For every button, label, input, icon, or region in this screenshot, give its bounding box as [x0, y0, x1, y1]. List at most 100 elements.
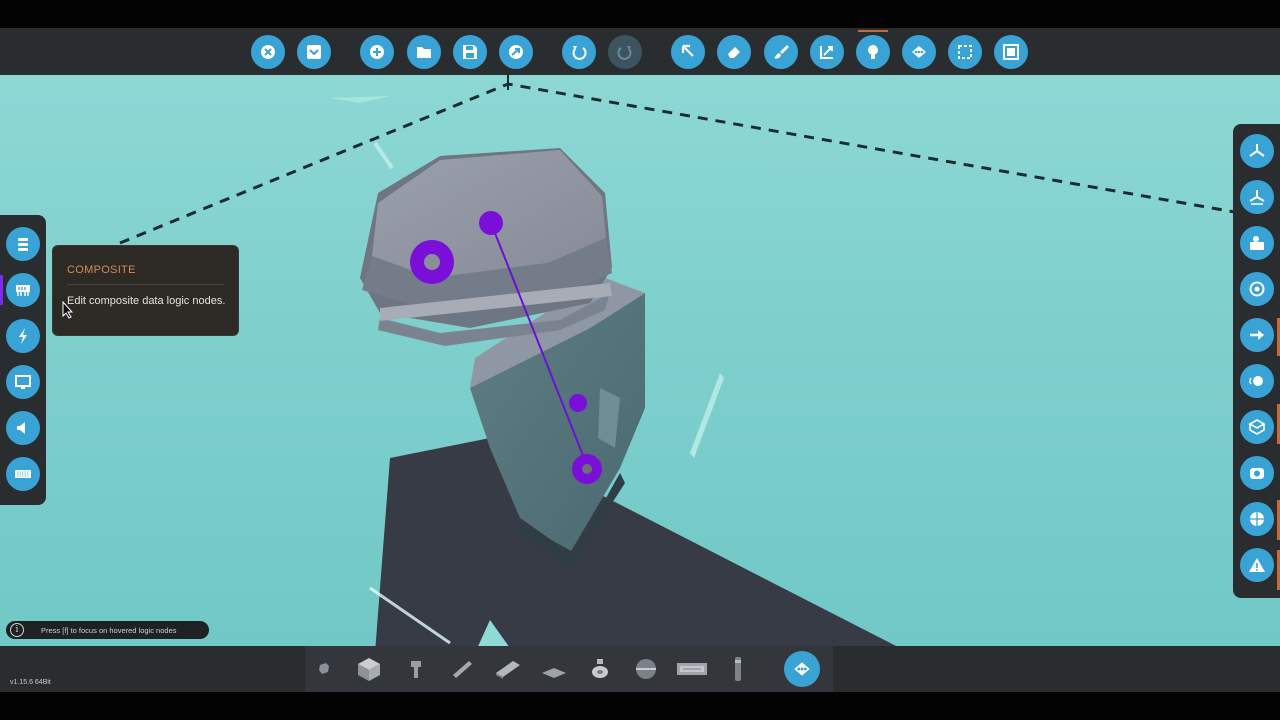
select-tool-button[interactable]: [671, 35, 705, 69]
redo-button[interactable]: [608, 35, 642, 69]
flat-wedge-icon: [542, 668, 566, 678]
cube-block-icon: [358, 658, 380, 681]
cube-icon: [1248, 419, 1266, 435]
scale-arrow-icon: [820, 46, 833, 59]
list-panel-button[interactable]: [6, 227, 40, 261]
part-sphere[interactable]: [631, 655, 661, 683]
video-panel-button[interactable]: [6, 365, 40, 399]
small-block-icon: [319, 663, 329, 674]
part-panel[interactable]: [677, 655, 707, 683]
toggle-icon: [1249, 376, 1263, 386]
pipe-icon: [411, 661, 421, 678]
letterbox-bottom: [0, 692, 1280, 720]
hint-text: Press [f] to focus on hovered logic node…: [41, 625, 177, 635]
target-button[interactable]: [1240, 272, 1274, 306]
speaker-icon: [17, 422, 25, 434]
open-folder-button[interactable]: [407, 35, 441, 69]
toggle-button[interactable]: [1240, 364, 1274, 398]
keyboard-icon: [15, 470, 31, 478]
part-small-block[interactable]: [309, 655, 339, 683]
letterbox-top: [0, 0, 1280, 28]
add-button[interactable]: [360, 35, 394, 69]
arrow-flow-icon: [1250, 330, 1264, 340]
undo-icon: [572, 46, 587, 60]
upload-button[interactable]: [499, 35, 533, 69]
paint-tool-button[interactable]: [764, 35, 798, 69]
dropdown-menu-button[interactable]: [297, 35, 331, 69]
left-sidebar: [0, 215, 46, 505]
view-axes-alt-button[interactable]: [1240, 180, 1274, 214]
paint-brush-icon: [774, 45, 789, 59]
sphere-icon: [636, 659, 656, 679]
composite-icon: [16, 285, 30, 296]
view-axes-button[interactable]: [1240, 134, 1274, 168]
lightning-icon: [19, 328, 27, 344]
part-pipe[interactable]: [401, 655, 431, 683]
warning-button[interactable]: [1240, 548, 1274, 582]
panel-icon: [677, 663, 707, 675]
cursor-arrow-icon: [681, 44, 694, 57]
composite-tooltip: COMPOSITE Edit composite data logic node…: [52, 245, 239, 336]
frame-icon: [1003, 44, 1019, 60]
tooltip-title: COMPOSITE: [67, 264, 136, 276]
selected-marker: [0, 275, 3, 305]
selection-box-button[interactable]: [948, 35, 982, 69]
audio-panel-button[interactable]: [6, 411, 40, 445]
folder-icon: [417, 47, 431, 58]
stack-icon: [18, 238, 28, 251]
resize-tool-button[interactable]: [810, 35, 844, 69]
save-button[interactable]: [453, 35, 487, 69]
close-icon: [261, 45, 275, 59]
close-button[interactable]: [251, 35, 285, 69]
dashed-square-icon: [958, 45, 972, 59]
composite-node-icon: [912, 46, 926, 58]
composite-panel-button[interactable]: [6, 273, 40, 307]
flow-button[interactable]: [1240, 318, 1274, 352]
cube-button[interactable]: [1240, 410, 1274, 444]
composite-node-icon: [794, 662, 810, 676]
logic-node-small[interactable]: [479, 211, 503, 235]
top-toolbar: [0, 28, 1280, 75]
mouse-cursor-icon: [62, 301, 74, 319]
upload-icon: [509, 45, 523, 59]
composite-mode-button[interactable]: [784, 651, 820, 687]
part-plate[interactable]: [493, 655, 523, 683]
warning-icon: [1249, 558, 1265, 572]
frame-button[interactable]: [994, 35, 1028, 69]
undo-button[interactable]: [562, 35, 596, 69]
part-weight[interactable]: [585, 655, 615, 683]
keypad-panel-button[interactable]: [6, 457, 40, 491]
part-flat-wedge[interactable]: [539, 655, 569, 683]
camera-icon: [1250, 236, 1264, 250]
composite-view-button[interactable]: [902, 35, 936, 69]
eraser-tool-button[interactable]: [717, 35, 751, 69]
right-sidebar: [1233, 124, 1280, 598]
plate-icon: [496, 661, 520, 679]
eraser-icon: [728, 47, 740, 58]
wedge-icon: [453, 661, 472, 678]
tooltip-description: Edit composite data logic nodes.: [67, 295, 226, 307]
axes-icon: [1249, 144, 1265, 157]
part-rod[interactable]: [723, 655, 753, 683]
chevron-down-icon: [307, 45, 321, 59]
logic-tool-button[interactable]: [856, 30, 890, 69]
target-icon: [1249, 281, 1265, 297]
physics-button[interactable]: [1240, 502, 1274, 536]
snapshot-icon: [1250, 468, 1264, 479]
3d-viewport[interactable]: [0, 28, 1280, 692]
monitor-icon: [15, 375, 31, 389]
version-label: v1.15.6 64Bit: [10, 679, 51, 686]
logic-node-mid[interactable]: [569, 394, 587, 412]
light-bulb-icon: [868, 45, 878, 59]
part-wedge[interactable]: [447, 655, 477, 683]
part-cube[interactable]: [354, 655, 384, 683]
save-icon: [463, 45, 477, 59]
camera-button[interactable]: [1240, 226, 1274, 260]
snapshot-button[interactable]: [1240, 456, 1274, 490]
tooltip-divider: [67, 284, 224, 285]
electric-panel-button[interactable]: [6, 319, 40, 353]
rod-icon: [735, 657, 741, 681]
hint-bar: i Press [f] to focus on hovered logic no…: [6, 621, 209, 639]
globe-icon: [1250, 512, 1264, 526]
redo-icon: [617, 46, 632, 60]
